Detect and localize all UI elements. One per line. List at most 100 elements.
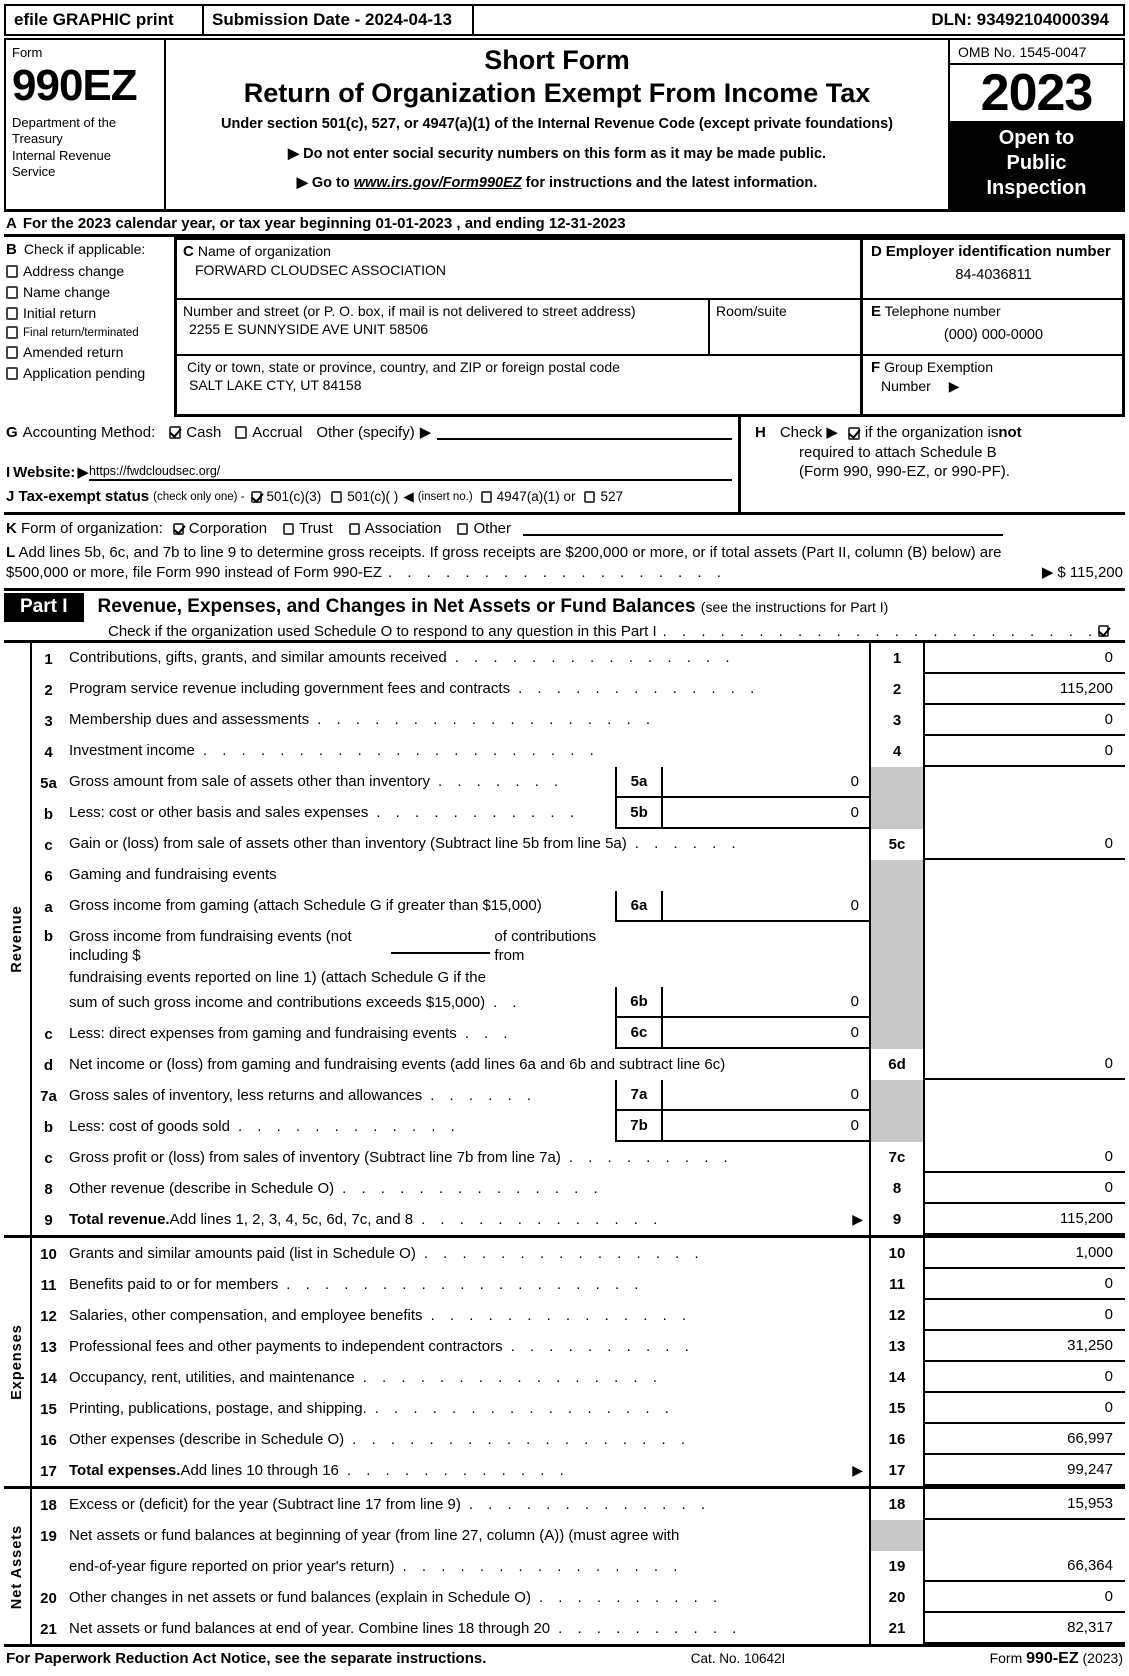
- row-desc: Net assets or fund balances at beginning…: [69, 1526, 680, 1544]
- row-value[interactable]: 0: [925, 643, 1125, 674]
- section-b-heading-text: Check if applicable:: [23, 241, 146, 257]
- checkbox-schedule-o-icon[interactable]: [1098, 625, 1109, 637]
- row-desc: Add lines 10 through 16: [180, 1461, 339, 1479]
- form-of-org-other-input[interactable]: [523, 522, 1003, 536]
- checkbox-527-icon[interactable]: [584, 490, 596, 503]
- row-value[interactable]: 0: [925, 829, 1125, 860]
- ein-label: Employer identification number: [885, 243, 1111, 260]
- row-number: 17: [40, 1463, 57, 1480]
- sub-value[interactable]: 0: [663, 1080, 869, 1109]
- opt-527-label: 527: [600, 489, 623, 504]
- row-desc: Salaries, other compensation, and employ…: [69, 1306, 423, 1324]
- checkbox-association-icon[interactable]: [348, 522, 360, 535]
- sub-value[interactable]: 0: [663, 1111, 869, 1140]
- ein-value[interactable]: 84-4036811: [871, 260, 1116, 283]
- arrow-icon: ▶: [948, 378, 960, 394]
- row-value: [925, 1080, 1125, 1111]
- row-main-number: 3: [869, 704, 925, 736]
- org-name-value[interactable]: FORWARD CLOUDSEC ASSOCIATION: [183, 262, 854, 280]
- checkbox-corporation-icon[interactable]: [172, 522, 184, 535]
- checkbox-icon[interactable]: [6, 306, 18, 320]
- section-h-letter: H: [755, 424, 766, 441]
- row-number: 5a: [40, 774, 57, 792]
- row-value[interactable]: 0: [925, 1582, 1125, 1613]
- row-value[interactable]: 66,364: [925, 1551, 1125, 1582]
- fundraising-contributions-input[interactable]: [391, 939, 491, 954]
- checkbox-icon[interactable]: [6, 285, 18, 299]
- row-value[interactable]: 115,200: [925, 1204, 1125, 1235]
- row-desc: Add lines 1, 2, 3, 4, 5c, 6d, 7c, and 8: [169, 1210, 414, 1228]
- row-value[interactable]: 15,953: [925, 1489, 1125, 1520]
- accounting-method-label: Accounting Method:: [22, 423, 156, 441]
- checkbox-accrual-icon[interactable]: [235, 425, 248, 439]
- table-row: c Gain or (loss) from sale of assets oth…: [32, 828, 1125, 860]
- website-value[interactable]: https://fwdcloudsec.org/: [88, 464, 732, 481]
- table-row: 11 Benefits paid to or for members. . . …: [32, 1269, 1125, 1300]
- sub-value[interactable]: 0: [663, 891, 869, 920]
- checkbox-other-icon[interactable]: [457, 522, 469, 535]
- table-row: 6 Gaming and fundraising events: [32, 859, 1125, 891]
- sub-value[interactable]: 0: [663, 987, 869, 1016]
- table-row: d Net income or (loss) from gaming and f…: [32, 1049, 1125, 1080]
- city-label: City or town, state or province, country…: [187, 359, 620, 375]
- row-desc: end-of-year figure reported on prior yea…: [69, 1557, 395, 1575]
- row-value[interactable]: 0: [925, 1300, 1125, 1331]
- street-label: Number and street (or P. O. box, if mail…: [183, 303, 636, 319]
- row-value[interactable]: 99,247: [925, 1455, 1125, 1486]
- row-value[interactable]: 0: [925, 1142, 1125, 1173]
- checkbox-address-change[interactable]: Address change: [6, 263, 170, 279]
- city-value[interactable]: SALT LAKE CTY, UT 84158: [183, 377, 854, 395]
- sub-value[interactable]: 0: [663, 798, 869, 827]
- table-row: c Gross profit or (loss) from sales of i…: [32, 1142, 1125, 1173]
- dept-line-1: Department of the: [12, 115, 117, 131]
- sub-value[interactable]: 0: [663, 1018, 869, 1047]
- checkbox-schedule-b-icon[interactable]: [847, 427, 860, 440]
- row-desc: Gross profit or (loss) from sales of inv…: [69, 1148, 561, 1166]
- row-value[interactable]: 82,317: [925, 1613, 1125, 1644]
- other-specify-input[interactable]: [437, 424, 732, 440]
- row-desc-line1a: Gross income from fundraising events (no…: [69, 927, 352, 965]
- row-value[interactable]: 0: [925, 736, 1125, 767]
- checkbox-initial-return[interactable]: Initial return: [6, 305, 170, 321]
- checkbox-cash-icon[interactable]: [169, 425, 182, 439]
- row-value: [925, 860, 1125, 891]
- row-value[interactable]: 0: [925, 705, 1125, 736]
- checkbox-501c-icon[interactable]: [331, 490, 343, 503]
- row-value[interactable]: 0: [925, 1173, 1125, 1204]
- checkbox-icon[interactable]: [6, 366, 18, 380]
- checkbox-501c3-icon[interactable]: [250, 490, 262, 503]
- checkbox-amended-return[interactable]: Amended return: [6, 344, 170, 360]
- table-row: 10 Grants and similar amounts paid (list…: [32, 1238, 1125, 1269]
- row-main-number: 6d: [869, 1049, 925, 1080]
- row-number: c: [44, 1150, 53, 1167]
- row-value[interactable]: 0: [925, 1269, 1125, 1300]
- row-value[interactable]: 0: [925, 1362, 1125, 1393]
- street-value[interactable]: 2255 E SUNNYSIDE AVE UNIT 58506: [183, 321, 702, 339]
- table-row: sum of such gross income and contributio…: [32, 987, 1125, 1018]
- row-value[interactable]: 0: [925, 1393, 1125, 1424]
- checkbox-trust-icon[interactable]: [283, 522, 295, 535]
- checkbox-application-pending[interactable]: Application pending: [6, 365, 170, 381]
- opt-4947a1-label: 4947(a)(1) or: [496, 489, 576, 504]
- checkbox-4947a1-icon[interactable]: [480, 490, 492, 503]
- row-value[interactable]: 115,200: [925, 674, 1125, 705]
- checkbox-icon[interactable]: [6, 264, 18, 278]
- row-value[interactable]: 1,000: [925, 1238, 1125, 1269]
- open-to-public-inspection-banner: Open to Public Inspection: [950, 121, 1123, 209]
- phone-value[interactable]: (000) 000-0000: [871, 320, 1116, 343]
- irs-form990ez-link[interactable]: www.irs.gov/Form990EZ: [354, 175, 522, 191]
- goto-pre-text: Go to: [311, 174, 354, 191]
- left-arrow-icon: ◀: [403, 488, 414, 504]
- table-row: 14 Occupancy, rent, utilities, and maint…: [32, 1362, 1125, 1393]
- row-value[interactable]: 31,250: [925, 1331, 1125, 1362]
- checkbox-name-change[interactable]: Name change: [6, 284, 170, 300]
- checkbox-icon[interactable]: [6, 326, 18, 339]
- row-value[interactable]: 0: [925, 1049, 1125, 1080]
- row-number: 13: [40, 1339, 57, 1356]
- checkbox-final-return-terminated[interactable]: Final return/terminated: [6, 326, 170, 339]
- row-number: [32, 1551, 65, 1582]
- checkbox-icon[interactable]: [6, 345, 18, 359]
- table-row: 1 Contributions, gifts, grants, and simi…: [32, 642, 1125, 674]
- row-value[interactable]: 66,997: [925, 1424, 1125, 1455]
- sub-value[interactable]: 0: [663, 767, 869, 796]
